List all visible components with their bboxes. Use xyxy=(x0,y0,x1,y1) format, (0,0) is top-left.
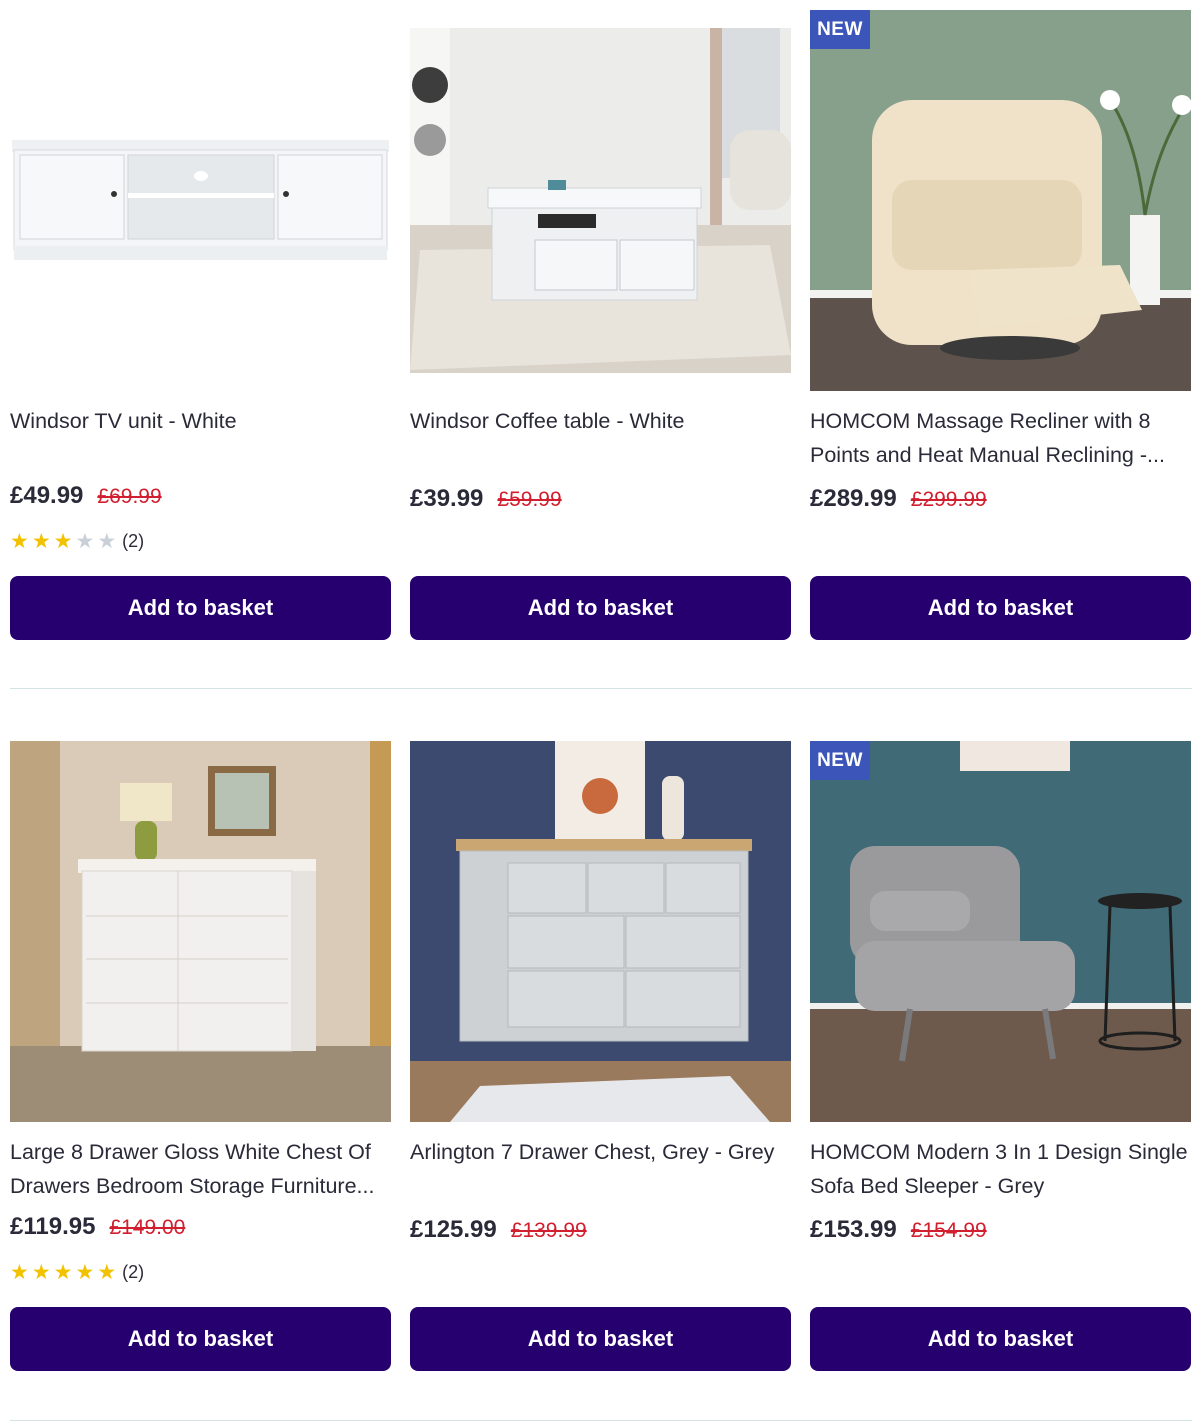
star-icon: ★ xyxy=(97,529,117,553)
product-card[interactable]: Windsor TV unit - White £49.99 £69.99 ★ … xyxy=(10,10,391,640)
product-title[interactable]: HOMCOM Massage Recliner with 8 Points an… xyxy=(810,404,1191,472)
price-block: £153.99 £154.99 xyxy=(810,1216,987,1244)
product-card[interactable]: Arlington 7 Drawer Chest, Grey - Grey £1… xyxy=(410,741,791,1371)
product-image-coffee-table[interactable] xyxy=(410,10,791,391)
star-icon: ★ xyxy=(75,1260,95,1284)
add-to-basket-button[interactable]: Add to basket xyxy=(10,1307,391,1371)
product-row-1: Windsor TV unit - White £49.99 £69.99 ★ … xyxy=(10,10,1192,640)
product-card[interactable]: NEW HOMCOM Massage Recliner with 8 Point… xyxy=(810,10,1191,640)
rating-count: (2) xyxy=(122,1261,145,1282)
product-image-white-chest[interactable] xyxy=(10,741,391,1122)
product-image-tv-unit[interactable] xyxy=(10,10,391,391)
new-badge: NEW xyxy=(810,10,870,49)
star-icon: ★ xyxy=(31,529,51,553)
star-icon: ★ xyxy=(75,529,95,553)
product-image-recliner[interactable]: NEW xyxy=(810,10,1191,391)
add-to-basket-button[interactable]: Add to basket xyxy=(810,1307,1191,1371)
add-to-basket-button[interactable]: Add to basket xyxy=(410,1307,791,1371)
price-block: £125.99 £139.99 xyxy=(410,1216,587,1244)
current-price: £289.99 xyxy=(810,485,897,512)
current-price: £39.99 xyxy=(410,485,484,512)
rating-count: (2) xyxy=(122,530,145,551)
star-icon: ★ xyxy=(31,1260,51,1284)
was-price: £154.99 xyxy=(910,1219,987,1242)
price-block: £119.95 £149.00 xyxy=(10,1213,185,1241)
product-image-grey-chest[interactable] xyxy=(410,741,791,1122)
current-price: £49.99 xyxy=(10,482,84,509)
product-card[interactable]: Large 8 Drawer Gloss White Chest Of Draw… xyxy=(10,741,391,1371)
was-price: £299.99 xyxy=(910,488,987,511)
product-title[interactable]: Arlington 7 Drawer Chest, Grey - Grey xyxy=(410,1135,791,1169)
add-to-basket-button[interactable]: Add to basket xyxy=(810,576,1191,640)
current-price: £119.95 xyxy=(10,1213,96,1240)
product-title[interactable]: Windsor Coffee table - White xyxy=(410,404,791,438)
price-block: £39.99 £59.99 xyxy=(410,485,562,513)
was-price: £139.99 xyxy=(510,1219,587,1242)
price-block: £49.99 £69.99 xyxy=(10,482,162,510)
row-divider xyxy=(10,688,1192,689)
was-price: £149.00 xyxy=(109,1216,186,1239)
new-badge: NEW xyxy=(810,741,870,780)
product-image-sofa-bed[interactable]: NEW xyxy=(810,741,1191,1122)
was-price: £59.99 xyxy=(497,488,562,511)
star-rating[interactable]: ★ ★ ★ ★ ★ (2) xyxy=(10,1259,144,1285)
star-rating[interactable]: ★ ★ ★ ★ ★ (2) xyxy=(10,528,144,554)
add-to-basket-button[interactable]: Add to basket xyxy=(410,576,791,640)
product-card[interactable]: NEW HOMCOM Modern 3 In 1 Design Single S… xyxy=(810,741,1191,1371)
current-price: £153.99 xyxy=(810,1216,897,1243)
star-icon: ★ xyxy=(53,1260,73,1284)
star-icon: ★ xyxy=(53,529,73,553)
product-title[interactable]: Large 8 Drawer Gloss White Chest Of Draw… xyxy=(10,1135,391,1203)
product-title[interactable]: Windsor TV unit - White xyxy=(10,404,391,438)
current-price: £125.99 xyxy=(410,1216,497,1243)
price-block: £289.99 £299.99 xyxy=(810,485,987,513)
star-icon: ★ xyxy=(97,1260,117,1284)
star-icon: ★ xyxy=(10,529,29,553)
row-divider xyxy=(10,1420,1192,1421)
star-icon: ★ xyxy=(10,1260,29,1284)
product-row-2: Large 8 Drawer Gloss White Chest Of Draw… xyxy=(10,741,1192,1371)
product-title[interactable]: HOMCOM Modern 3 In 1 Design Single Sofa … xyxy=(810,1135,1191,1203)
was-price: £69.99 xyxy=(97,485,162,508)
add-to-basket-button[interactable]: Add to basket xyxy=(10,576,391,640)
product-card[interactable]: Windsor Coffee table - White £39.99 £59.… xyxy=(410,10,791,640)
